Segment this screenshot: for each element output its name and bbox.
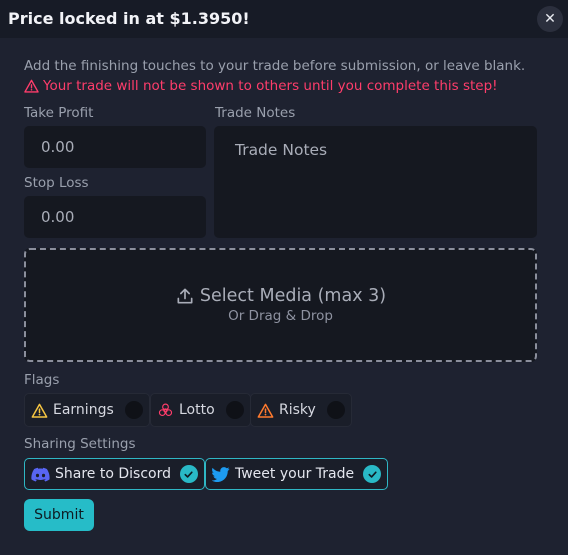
submit-button[interactable]: Submit [24, 499, 94, 531]
biohazard-icon [158, 403, 173, 416]
sharing-settings-label: Sharing Settings [24, 436, 136, 452]
modal-body: Add the finishing touches to your trade … [24, 56, 538, 96]
info-text: Add the finishing touches to your trade … [24, 58, 526, 74]
flag-lotto-label: Lotto [179, 402, 215, 418]
trade-notes-textarea[interactable]: Trade Notes [214, 126, 537, 238]
discord-check-icon [179, 465, 198, 483]
flags-label: Flags [24, 372, 60, 388]
twitter-icon [212, 466, 230, 482]
flag-earnings[interactable]: Earnings [24, 393, 150, 427]
close-icon: ✕ [544, 11, 556, 27]
flag-lotto[interactable]: Lotto [150, 393, 251, 427]
flag-earnings-label: Earnings [53, 402, 114, 418]
tweet-your-trade-label: Tweet your Trade [235, 466, 355, 482]
warning-message: Your trade will not be shown to others u… [43, 78, 498, 94]
flag-lotto-toggle[interactable] [225, 401, 244, 419]
flag-risky-toggle[interactable] [326, 401, 345, 419]
twitter-check-icon [363, 465, 382, 483]
warning-icon [31, 403, 48, 418]
stop-loss-input[interactable]: 0.00 [24, 196, 206, 238]
share-to-discord-label: Share to Discord [55, 466, 171, 482]
tweet-your-trade-toggle[interactable]: Tweet your Trade [205, 458, 389, 490]
upload-icon [177, 288, 193, 304]
flag-risky-label: Risky [279, 402, 316, 418]
share-to-discord-toggle[interactable]: Share to Discord [24, 458, 205, 490]
trade-notes-label: Trade Notes [215, 105, 296, 121]
select-media-label: Select Media (max 3) [199, 286, 387, 306]
flag-earnings-toggle[interactable] [124, 401, 143, 419]
modal-title: Price locked in at $1.3950! [8, 9, 250, 28]
take-profit-label: Take Profit [24, 105, 94, 121]
drag-drop-hint: Or Drag & Drop [228, 308, 333, 324]
stop-loss-label: Stop Loss [24, 175, 89, 191]
trade-notes-placeholder: Trade Notes [235, 141, 328, 159]
close-button[interactable]: ✕ [537, 6, 563, 32]
flag-risky[interactable]: Risky [250, 393, 352, 427]
select-media-button[interactable]: Select Media (max 3) [175, 286, 386, 306]
modal-header: Price locked in at $1.3950! ✕ [0, 0, 568, 38]
take-profit-value: 0.00 [41, 138, 75, 156]
warning-icon [24, 79, 39, 93]
discord-icon [31, 467, 50, 481]
trade-finishing-modal: Price locked in at $1.3950! ✕ Add the fi… [0, 0, 568, 555]
stop-loss-value: 0.00 [41, 208, 75, 226]
media-dropzone[interactable]: Select Media (max 3) Or Drag & Drop [24, 248, 537, 362]
warning-icon [257, 403, 274, 418]
take-profit-input[interactable]: 0.00 [24, 126, 206, 168]
warning-text: Your trade will not be shown to others u… [24, 76, 538, 96]
